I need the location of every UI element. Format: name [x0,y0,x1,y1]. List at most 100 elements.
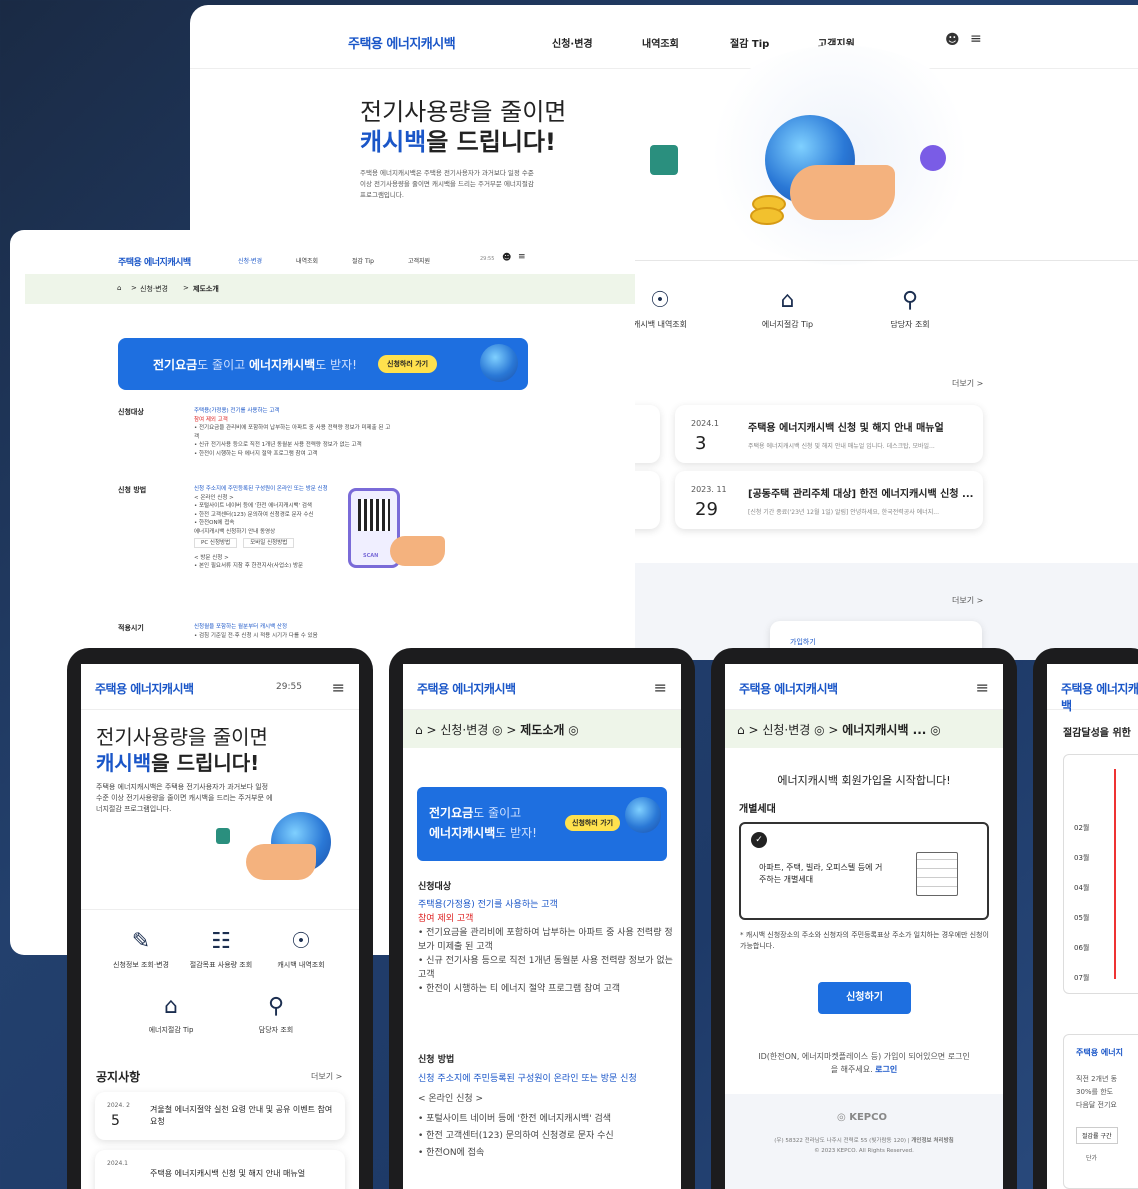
user-icon[interactable]: ☻ [502,253,511,263]
section-method-label: 신청 방법 [418,1055,455,1065]
menu-icon[interactable]: ≡ [654,678,667,697]
section-method-label: 신청 방법 [118,486,147,494]
notice-more-link[interactable]: 더보기 > [311,1071,342,1082]
month-list: 02월 03월 04월 05월 06월 07월 [1074,824,1090,982]
mobile-guide-button[interactable]: 모바일 신청방법 [243,538,295,548]
breadcrumb-apply[interactable]: 신청·변경 [140,284,168,294]
apply-button[interactable]: 신청하기 [818,982,911,1014]
breadcrumb-apply[interactable]: 신청·변경 [762,723,810,737]
breadcrumb-current[interactable]: 에너지캐시백 ... [842,723,926,737]
phone-policy: 주택용 에너지캐시백 ≡ ⌂ > 신청·변경 ◎ > 제도소개 ◎ 전기요금도 … [389,648,695,1189]
gauge-icon: ⌂ [780,288,795,313]
nav-history[interactable]: 내역조회 [296,256,318,265]
quick-info-change[interactable]: ✎ 신청정보 조회·변경 [96,929,186,970]
breadcrumb-intro[interactable]: 제도소개 [193,284,219,294]
more-link-2[interactable]: 더보기 > [952,595,983,606]
apply-now-button[interactable]: 신청하러 가기 [378,355,438,373]
nav-support[interactable]: 고객지원 [408,256,430,265]
nav-apply[interactable]: 신청·변경 [552,35,593,50]
site-logo[interactable]: 주택용 에너지캐시백 [348,33,456,52]
member-type-label: 개별세대 [739,804,776,815]
person-search-icon: ⚲ [267,994,285,1019]
quick-target-usage[interactable]: ☷ 절감목표 사용량 조회 [181,929,261,970]
promo-banner[interactable]: 전기요금도 줄이고 에너지캐시백도 받자! 신청하러 가기 [417,787,667,861]
breadcrumb-intro[interactable]: 제도소개 [520,723,564,737]
signup-note: * 캐시백 신청장소의 주소와 신청자의 주민등록표상 주소가 일치하는 경우에… [740,931,989,950]
notice-card[interactable]: 2023. 11 29 [공동주택 관리주체 대상] 한전 에너지캐시백 신청 … [675,471,983,529]
hero-title: 전기사용량을 줄이면 캐시백을 드립니다! [96,725,268,775]
globe-icon [480,344,518,382]
hand-illustration [246,844,316,880]
menu-icon[interactable]: ≡ [518,252,526,262]
notice-more-link[interactable]: 더보기 > [952,378,983,389]
hero-description: 주택용 에너지캐시백은 주택용 전기사용자가 과거보다 일정 수준 이상 전기사… [360,169,534,199]
menu-icon[interactable]: ≡ [332,678,345,697]
site-logo[interactable]: 주택용 에너지캐시백 [95,680,194,697]
promo-banner[interactable]: 전기요금도 줄이고 에너지캐시백도 받자! 신청하러 가기 [118,338,528,390]
pc-guide-button[interactable]: PC 신청방법 [194,538,238,548]
globe-icon [625,797,661,833]
section-period-body: 신청월을 포함하는 월분부터 캐시백 산정 • 검침 기준일 전·후 신청 시 … [194,624,318,639]
coins-icon: ☉ [650,288,670,313]
home-icon[interactable]: ⌂ [737,723,745,737]
notice-card[interactable]: 2024.1 주택용 에너지캐시백 신청 및 해지 안내 매뉴얼 [95,1150,345,1189]
nav-tip[interactable]: 절감 Tip [352,256,374,265]
chat-bubble-icon [920,145,946,171]
building-icon [916,852,958,896]
privacy-link[interactable]: 개인정보 처리방침 [911,1138,953,1144]
home-icon[interactable]: ⌂ [415,723,423,737]
hero-title: 전기사용량을 줄이면 캐시백을 드립니다! [360,98,567,156]
saving-table: 02월 03월 04월 05월 06월 07월 [1063,754,1138,994]
person-search-icon: ⚲ [901,288,919,313]
notice-card[interactable]: 2024. 2 5 겨울철 에너지절약 실천 요령 안내 및 공유 이벤트 참여… [95,1092,345,1140]
nav-history[interactable]: 내역조회 [642,35,679,50]
breadcrumb: ⌂ > 신청·변경 > 제도소개 [25,274,635,304]
hand-illustration [390,536,445,566]
site-header: 주택용 에너지캐시백 신청·변경 내역조회 절감 Tip 고객지원 ☻ ≡ [190,5,1138,69]
quick-cashback-history[interactable]: ☉ 캐시백 내역조회 [261,929,341,970]
quick-energy-tip[interactable]: ⌂ 에너지절감 Tip [750,288,825,330]
session-timer: 29:55 [480,256,495,262]
login-note: ID(한전ON, 에너지마켓플레이스 등) 가입이 되어있으면 로그인을 해주세… [758,1052,970,1074]
site-logo[interactable]: 주택용 에너지캐시백 [1061,680,1138,714]
nav-tip[interactable]: 절감 Tip [730,35,769,50]
menu-icon[interactable]: ≡ [976,678,989,697]
coin-icon [750,207,784,225]
quick-energy-tip[interactable]: ⌂ 에너지절감 Tip [131,994,211,1035]
nav-apply[interactable]: 신청·변경 [238,256,262,265]
site-logo[interactable]: 주택용 에너지캐시백 [739,680,838,697]
tab-unit-price[interactable]: 단가 [1086,1153,1097,1162]
site-logo[interactable]: 주택용 에너지캐시백 [118,255,191,268]
house-icon [216,828,230,844]
apply-now-button[interactable]: 신청하러 가기 [565,815,621,831]
user-icon[interactable]: ☻ [945,32,960,48]
quick-staff-search[interactable]: ⚲ 담당자 조회 [236,994,316,1035]
section-method-body: 신청 주소지에 주민등록된 구성원이 온라인 또는 방문 신청 < 온라인 신청… [418,1074,637,1158]
breadcrumb-apply[interactable]: 신청·변경 [440,723,488,737]
menu-icon[interactable]: ≡ [970,31,982,47]
tab-saving-range[interactable]: 절감률 구간 [1076,1127,1118,1144]
coins-icon: ☉ [291,929,311,954]
kepco-logo: ◎ KEPCO [837,1112,887,1123]
section-period-label: 적용시기 [118,624,144,632]
breadcrumb: ⌂ > 신청·변경 ◎ > 에너지캐시백 ... ◎ [725,710,1003,748]
site-logo[interactable]: 주택용 에너지캐시백 [417,680,516,697]
page-title: 절감달성을 위한 [1063,728,1131,739]
login-link[interactable]: 로그인 [875,1065,897,1074]
section-method-body: 신청 주소지에 주민등록된 구성원이 온라인 또는 방문 신청 < 온라인 신청… [194,486,328,569]
monitor-edit-icon: ✎ [131,929,151,954]
gauge-icon: ⌂ [164,994,178,1019]
quick-cashback-history[interactable]: ☉ 캐시백 내역조회 [630,288,690,330]
quick-staff-search[interactable]: ⚲ 담당자 조회 [880,288,940,330]
info-card: 주택용 에너지 직전 2개년 동 30%를 한도 다음달 전기요 절감률 구간 단가 [1063,1034,1138,1189]
document-search-icon: ☷ [211,929,231,954]
hero-description: 주택용 에너지캐시백은 주택용 전기사용자가 과거보다 일정 수준 이상 전기사… [96,783,273,813]
notice-card[interactable]: 2024.1 3 주택용 에너지캐시백 신청 및 해지 안내 매뉴얼 주택용 에… [675,405,983,463]
home-icon[interactable]: ⌂ [117,284,121,292]
signup-headline: 에너지캐시백 회원가입을 시작합니다! [777,774,951,787]
house-icon [650,145,678,175]
notice-heading: 공지사항 [96,1070,141,1084]
individual-household-option[interactable]: ✓ 아파트, 주택, 빌라, 오피스텔 등에 거주하는 개별세대 [739,822,989,920]
section-target-label: 신청대상 [418,882,452,892]
footer: (우) 58322 전라남도 나주시 전력로 55 (빛가람동 120) | 개… [774,1138,954,1154]
